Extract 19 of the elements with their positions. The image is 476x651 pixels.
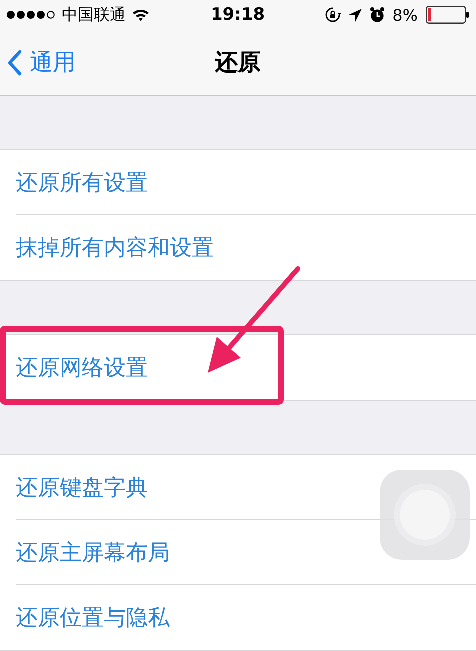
settings-item[interactable]: 还原所有设置	[16, 168, 148, 198]
settings-item[interactable]: 抹掉所有内容和设置	[16, 232, 214, 262]
settings-item[interactable]: 还原网络设置	[16, 352, 148, 382]
wifi-icon	[132, 8, 150, 22]
rotation-lock-icon	[324, 7, 341, 23]
settings-item[interactable]: 还原键盘字典	[16, 472, 148, 502]
assistive-touch-button[interactable]	[380, 470, 470, 560]
battery-icon	[426, 6, 470, 24]
back-button[interactable]: 通用	[0, 47, 76, 78]
settings-item[interactable]: 还原位置与隐私	[16, 602, 170, 632]
chevron-left-icon	[8, 50, 22, 76]
location-icon	[348, 8, 362, 22]
settings-item[interactable]: 还原主屏幕布局	[16, 538, 170, 568]
signal-icon	[6, 10, 56, 20]
battery-percentage: 8%	[392, 6, 418, 24]
alarm-icon	[370, 7, 385, 23]
clock-time: 19:18	[210, 5, 266, 25]
page-title: 还原	[215, 49, 261, 78]
carrier-name: 中国联通	[62, 4, 126, 26]
